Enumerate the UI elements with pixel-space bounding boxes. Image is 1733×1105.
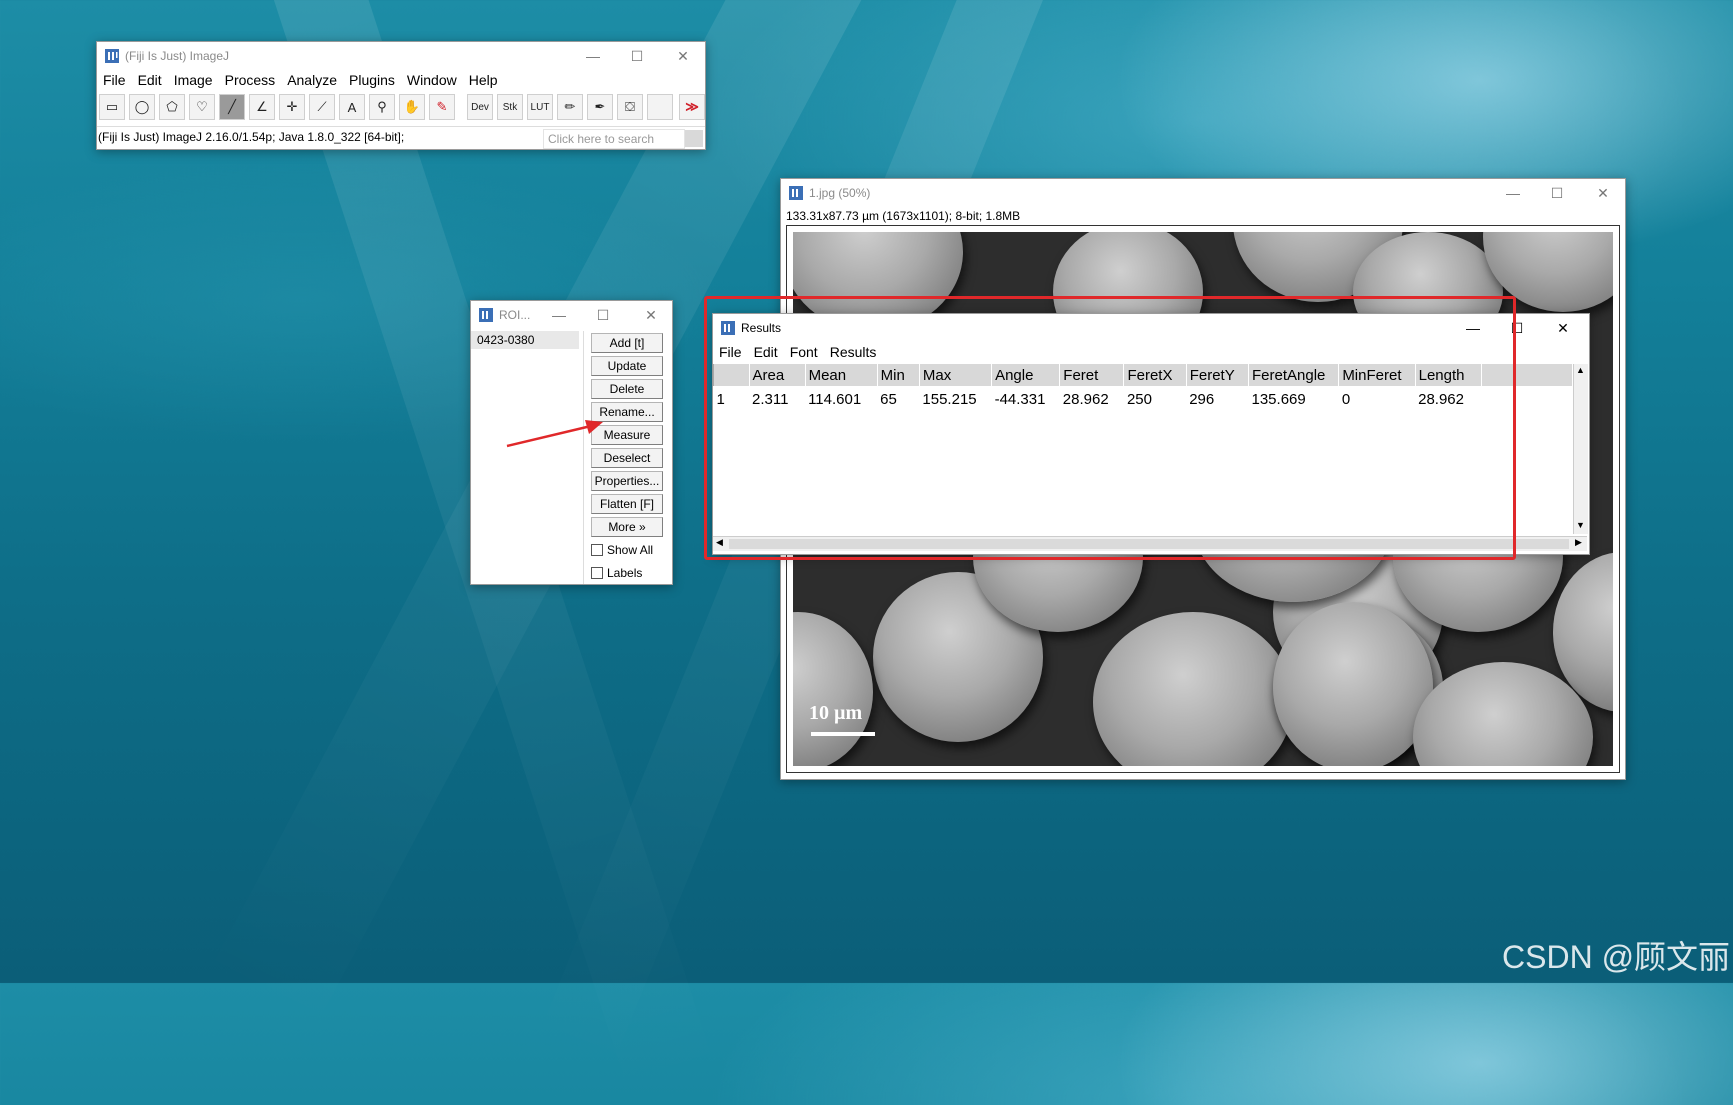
roi-add-t-button[interactable]: Add [t] [591, 333, 663, 353]
roi-more-button[interactable]: More » [591, 517, 663, 537]
menu-analyze[interactable]: Analyze [281, 72, 343, 92]
minimize-icon[interactable]: — [539, 301, 579, 329]
roi-button-panel: Add [t] Update Delete Rename... Measure Desel… [591, 331, 667, 581]
close-icon[interactable]: ✕ [1583, 179, 1623, 207]
angle-tool-icon[interactable]: ∠ [249, 94, 275, 120]
roi-delete-button[interactable]: Delete [591, 379, 663, 399]
menu-window[interactable]: Window [401, 72, 463, 92]
menu-file[interactable]: File [97, 72, 132, 92]
scroll-down-icon[interactable]: ▼ [1576, 520, 1585, 530]
fiji-app-icon [479, 308, 493, 322]
maximize-icon[interactable]: ☐ [617, 42, 657, 70]
window-title: ROI... [499, 308, 531, 322]
particle [1093, 612, 1293, 766]
brush-tool-icon[interactable]: ✒ [587, 94, 613, 120]
menu-edit[interactable]: Edit [132, 72, 168, 92]
roi-list-item[interactable]: 0423-0380 [471, 331, 579, 349]
text-tool-icon[interactable]: A [339, 94, 365, 120]
close-icon[interactable]: ✕ [1543, 314, 1583, 342]
maximize-icon[interactable]: ☐ [1537, 179, 1577, 207]
more-tools-icon[interactable]: ≫ [679, 94, 705, 120]
flood-fill-tool-icon[interactable]: ⛋ [617, 94, 643, 120]
window-title: (Fiji Is Just) ImageJ [125, 49, 230, 63]
oval-tool-icon[interactable]: ◯ [129, 94, 155, 120]
window-title: 1.jpg (50%) [809, 186, 871, 200]
status-text: (Fiji Is Just) ImageJ 2.16.0/1.54p; Java… [98, 130, 405, 144]
scroll-right-icon[interactable]: ▶ [1575, 537, 1582, 548]
blank-tool-icon[interactable] [647, 94, 673, 120]
particle [1273, 602, 1433, 766]
roi-deselect-button[interactable]: Deselect [591, 448, 663, 468]
status-bar: (Fiji Is Just) ImageJ 2.16.0/1.54p; Java… [97, 126, 705, 149]
freehand-tool-icon[interactable]: ♡ [189, 94, 215, 120]
toolbar: ▭ ◯ ⬠ ♡ ╱ ∠ ✛ ⟋ A ⚲ ✋ ✎ Dev Stk LUT ✏ ✒ ⛋ ≫ [99, 94, 705, 122]
annotation-arrow [506, 420, 603, 448]
checkbox-box[interactable] [591, 567, 603, 579]
line-tool-icon[interactable]: ╱ [219, 94, 245, 120]
roi-properties-button[interactable]: Properties... [591, 471, 663, 491]
scale-bar [811, 732, 875, 736]
image-info: 133.31x87.73 µm (1673x1101); 8-bit; 1.8M… [786, 209, 1021, 223]
imagej-titlebar[interactable]: (Fiji Is Just) ImageJ — ☐ ✕ [97, 42, 705, 70]
search-input[interactable]: Click here to search [543, 129, 685, 149]
magnifier-tool-icon[interactable]: ⚲ [369, 94, 395, 120]
checkbox-label: Labels [607, 566, 643, 580]
roi-list[interactable]: 0423-0380 [471, 331, 584, 584]
image-titlebar[interactable]: 1.jpg (50%) — ☐ ✕ [781, 179, 1625, 207]
point-tool-icon[interactable]: ✛ [279, 94, 305, 120]
polygon-tool-icon[interactable]: ⬠ [159, 94, 185, 120]
minimize-icon[interactable]: — [573, 42, 613, 70]
scale-bar-label: 10 µm [809, 702, 863, 724]
highlight-box [704, 296, 1516, 560]
maximize-icon[interactable]: ☐ [583, 301, 623, 329]
color-picker-tool-icon[interactable]: ✎ [429, 94, 455, 120]
roi-update-button[interactable]: Update [591, 356, 663, 376]
vertical-scrollbar[interactable]: ▲ ▼ [1573, 364, 1588, 534]
menu-plugins[interactable]: Plugins [343, 72, 401, 92]
main-menubar: File Edit Image Process Analyze Plugins Window… [97, 72, 504, 92]
close-icon[interactable]: ✕ [631, 301, 671, 329]
fiji-app-icon [105, 49, 119, 63]
close-icon[interactable]: ✕ [663, 42, 703, 70]
watermark: CSDN @顾文丽 [1502, 939, 1731, 975]
menu-process[interactable]: Process [219, 72, 282, 92]
checkbox-label: Show All [607, 543, 654, 557]
menu-image[interactable]: Image [168, 72, 219, 92]
dev-menu-icon[interactable]: Dev [467, 94, 493, 120]
minimize-icon[interactable]: — [1493, 179, 1533, 207]
wand-tool-icon[interactable]: ⟋ [309, 94, 335, 120]
pencil-tool-icon[interactable]: ✏ [557, 94, 583, 120]
particle [793, 612, 873, 766]
imagej-main-window: (Fiji Is Just) ImageJ — ☐ ✕ File Edit Imag… [96, 41, 706, 150]
checkbox-box[interactable] [591, 544, 603, 556]
menu-help[interactable]: Help [463, 72, 504, 92]
checkbox-labels[interactable]: Labels [591, 566, 642, 580]
lut-menu-icon[interactable]: LUT [527, 94, 553, 120]
stk-menu-icon[interactable]: Stk [497, 94, 523, 120]
scroll-up-icon[interactable]: ▲ [1576, 365, 1585, 375]
roi-titlebar[interactable]: ROI... — ☐ ✕ [471, 301, 672, 329]
roi-flatten-f-button[interactable]: Flatten [F] [591, 494, 663, 514]
search-button[interactable] [685, 130, 703, 147]
hand-tool-icon[interactable]: ✋ [399, 94, 425, 120]
checkbox-show-all[interactable]: Show All [591, 543, 653, 557]
rectangle-tool-icon[interactable]: ▭ [99, 94, 125, 120]
fiji-app-icon [789, 186, 803, 200]
